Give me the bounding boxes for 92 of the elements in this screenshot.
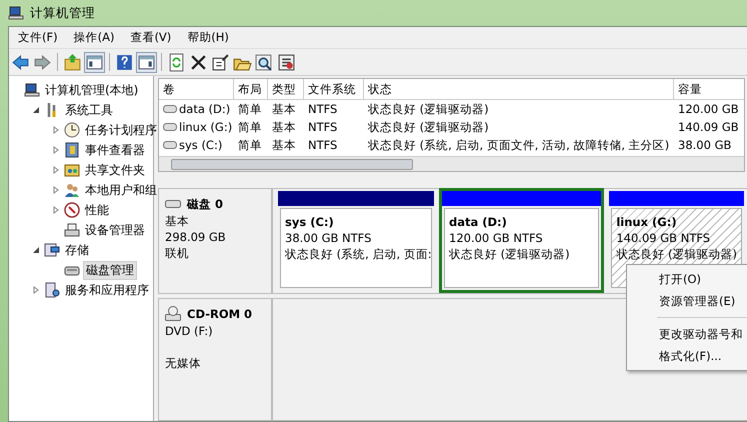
delete-icon[interactable] [189, 52, 208, 72]
tree-item[interactable]: 服务和应用程序 [63, 280, 151, 300]
context-menu-item[interactable]: 资源管理器(E) [627, 290, 747, 312]
search-icon[interactable] [255, 52, 274, 72]
partition-status: 状态良好 (逻辑驱动器) [616, 247, 737, 262]
tree-item[interactable]: 性能 [83, 200, 111, 220]
drive-icon [163, 141, 177, 149]
help-icon[interactable] [115, 52, 134, 72]
console-tree-icon[interactable] [85, 52, 104, 72]
expand-triangle-icon[interactable] [52, 126, 60, 134]
table-cell: data (D:) [179, 102, 230, 116]
expand-triangle-icon[interactable] [52, 166, 60, 174]
partition-size: 140.09 GB NTFS [616, 231, 712, 245]
tree-item[interactable]: 本地用户和组 [83, 180, 159, 200]
expand-triangle-icon[interactable] [52, 146, 60, 154]
table-cell: 状态良好 (逻辑驱动器) [368, 102, 489, 116]
table-cell: 简单 [238, 138, 262, 152]
log-icon [64, 142, 80, 158]
optical-drive-icon [165, 306, 181, 322]
disk-info: 298.09 GB [165, 230, 226, 244]
partition-name: sys (C:) [285, 215, 335, 229]
disk-name: 磁盘 0 [187, 196, 224, 212]
column-header[interactable]: 容量 [674, 79, 747, 99]
partition-block[interactable]: sys (C:) 38.00 GB NTFS 状态良好 (系统, 启动, 页面: [280, 208, 432, 288]
partition-status: 状态良好 (逻辑驱动器) [449, 247, 571, 262]
disk-info: DVD (F:) [165, 324, 213, 338]
users-icon [64, 182, 80, 198]
folder-up-icon[interactable] [63, 52, 82, 72]
column-header[interactable]: 文件系统 [304, 79, 364, 99]
table-cell: 基本 [272, 138, 296, 152]
drive-icon [163, 105, 177, 113]
window-title: 计算机管理 [30, 4, 95, 22]
menu-item[interactable]: 文件(F) [11, 29, 65, 46]
back-arrow-icon[interactable] [11, 52, 30, 72]
table-cell: linux (G:) [179, 120, 232, 134]
table-cell: 120.00 GB [678, 102, 739, 116]
tree-item[interactable]: 设备管理器 [83, 220, 147, 240]
table-cell: NTFS [308, 120, 338, 134]
storage-icon [44, 242, 60, 258]
share-icon [64, 162, 80, 178]
expand-triangle-icon[interactable] [32, 286, 40, 294]
disk-info: 基本 [165, 214, 189, 228]
table-cell: 基本 [272, 102, 296, 116]
forward-arrow-icon[interactable] [33, 52, 52, 72]
table-cell: 140.09 GB [678, 120, 739, 134]
drive-icon [163, 123, 177, 131]
properties-icon[interactable] [211, 52, 230, 72]
context-menu-item[interactable]: 更改驱动器号和 [627, 323, 747, 345]
horizontal-scrollbar[interactable] [159, 156, 744, 171]
collapse-triangle-icon[interactable] [32, 106, 40, 114]
table-cell: NTFS [308, 102, 338, 116]
menu-item[interactable]: 帮助(H) [180, 29, 236, 46]
column-header[interactable]: 类型 [268, 79, 304, 99]
context-menu-item[interactable]: 格式化(F)... [627, 345, 747, 367]
partition-name: data (D:) [449, 215, 508, 229]
action-pane-icon[interactable] [137, 52, 156, 72]
disk-name: CD-ROM 0 [187, 307, 252, 321]
partition-name: linux (G:) [616, 215, 678, 229]
device-icon [64, 222, 80, 238]
column-header[interactable]: 卷 [159, 79, 234, 99]
disk-info: 无媒体 [165, 356, 201, 370]
computer-icon [24, 82, 40, 98]
refresh-icon[interactable] [167, 52, 186, 72]
tree-item[interactable]: 系统工具 [63, 100, 115, 120]
partition-block[interactable]: data (D:) 120.00 GB NTFS 状态良好 (逻辑驱动器) [444, 208, 600, 288]
tree-item[interactable]: 任务计划程序 [83, 120, 159, 140]
table-cell: sys (C:) [179, 138, 222, 152]
table-cell: 状态良好 (逻辑驱动器) [368, 120, 489, 134]
expand-triangle-icon[interactable] [52, 206, 60, 214]
tree-item[interactable]: 共享文件夹 [83, 160, 147, 180]
table-cell: 状态良好 (系统, 启动, 页面文件, 活动, 故障转储, 主分区) [368, 138, 670, 152]
disk-info: 联机 [165, 246, 189, 260]
menu-item[interactable]: 查看(V) [123, 29, 178, 46]
collapse-triangle-icon[interactable] [32, 246, 40, 254]
tree-item[interactable]: 磁盘管理 [83, 260, 137, 280]
services-icon [44, 282, 60, 298]
menu-item[interactable]: 操作(A) [66, 29, 122, 46]
partition-size: 38.00 GB NTFS [285, 231, 372, 245]
tree-item[interactable]: 计算机管理(本地) [43, 80, 140, 100]
expand-triangle-icon[interactable] [52, 186, 60, 194]
table-cell: 基本 [272, 120, 296, 134]
tree-item[interactable]: 事件查看器 [83, 140, 147, 160]
column-header[interactable]: 布局 [234, 79, 268, 99]
table-cell: 简单 [238, 120, 262, 134]
table-cell: NTFS [308, 138, 338, 152]
tree-item[interactable]: 存储 [63, 240, 91, 260]
table-cell: 简单 [238, 102, 262, 116]
column-header[interactable]: 状态 [364, 79, 674, 99]
computer-icon [8, 5, 24, 21]
clock-icon [64, 122, 80, 138]
partition-size: 120.00 GB NTFS [449, 231, 544, 245]
table-cell: 38.00 GB [678, 138, 732, 152]
